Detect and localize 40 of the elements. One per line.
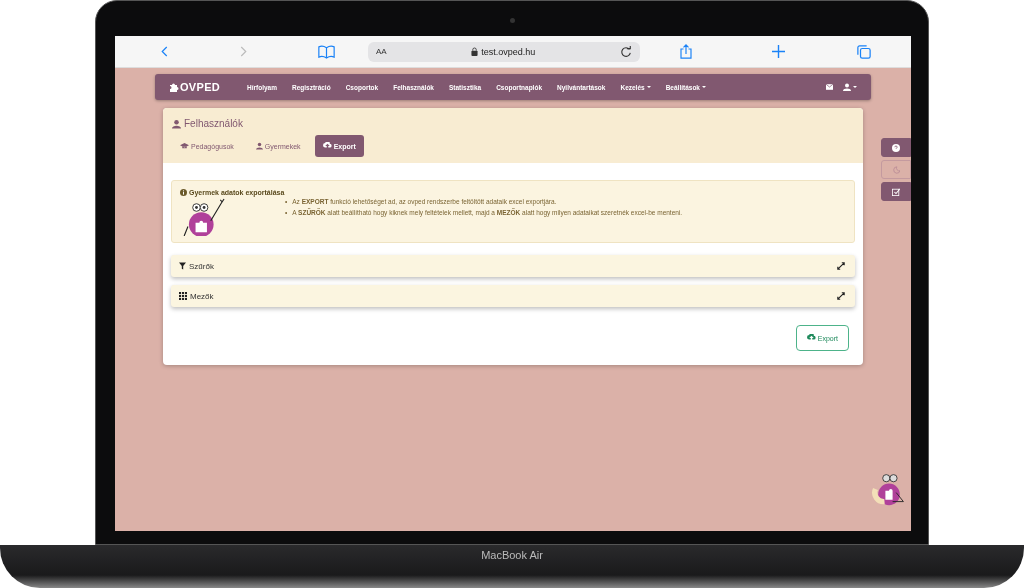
panel-title: Mezők xyxy=(179,291,214,301)
share-icon[interactable] xyxy=(680,44,692,59)
page-title: Felhasználók xyxy=(172,118,854,129)
caret-icon xyxy=(702,86,706,88)
checkbox-icon xyxy=(892,187,900,196)
reload-icon[interactable] xyxy=(620,45,632,58)
moon-icon xyxy=(892,165,900,174)
caret-icon xyxy=(646,86,651,88)
lock-icon xyxy=(471,47,479,56)
url-text: test.ovped.hu xyxy=(471,46,536,57)
info-icon xyxy=(180,189,187,196)
tabs-icon[interactable] xyxy=(857,44,871,59)
camera-icon xyxy=(510,18,515,23)
expand-icon[interactable] xyxy=(837,262,845,270)
user-icon xyxy=(255,142,263,150)
filter-icon xyxy=(179,262,186,270)
cloud-upload-icon xyxy=(806,334,816,342)
mascot-drawing xyxy=(871,471,907,507)
book-icon[interactable] xyxy=(318,44,335,59)
graduation-cap-icon xyxy=(180,143,189,149)
plus-icon[interactable] xyxy=(772,45,785,58)
caret-icon xyxy=(853,86,857,88)
user-icon xyxy=(172,118,181,129)
expand-icon[interactable] xyxy=(837,292,845,300)
grid-icon xyxy=(179,292,187,300)
puzzle-icon xyxy=(169,82,179,92)
address-bar[interactable]: AA test.ovped.hu xyxy=(368,41,640,62)
cloud-upload-icon xyxy=(322,142,332,150)
envelope-icon[interactable] xyxy=(826,84,833,90)
user-icon[interactable] xyxy=(843,83,851,91)
collapsible-panel[interactable]: Szűrők xyxy=(171,255,855,277)
laptop-label: MacBook Air xyxy=(481,549,543,563)
panel-title: Szűrők xyxy=(179,261,214,271)
collapsible-panel[interactable]: Mezők xyxy=(171,285,855,307)
back-icon[interactable] xyxy=(160,45,169,58)
help-icon xyxy=(892,143,900,152)
site-logo[interactable]: OVPED xyxy=(169,81,220,93)
side-button[interactable] xyxy=(881,182,911,201)
side-button[interactable] xyxy=(881,138,911,157)
text-size-label[interactable]: AA xyxy=(376,47,387,56)
